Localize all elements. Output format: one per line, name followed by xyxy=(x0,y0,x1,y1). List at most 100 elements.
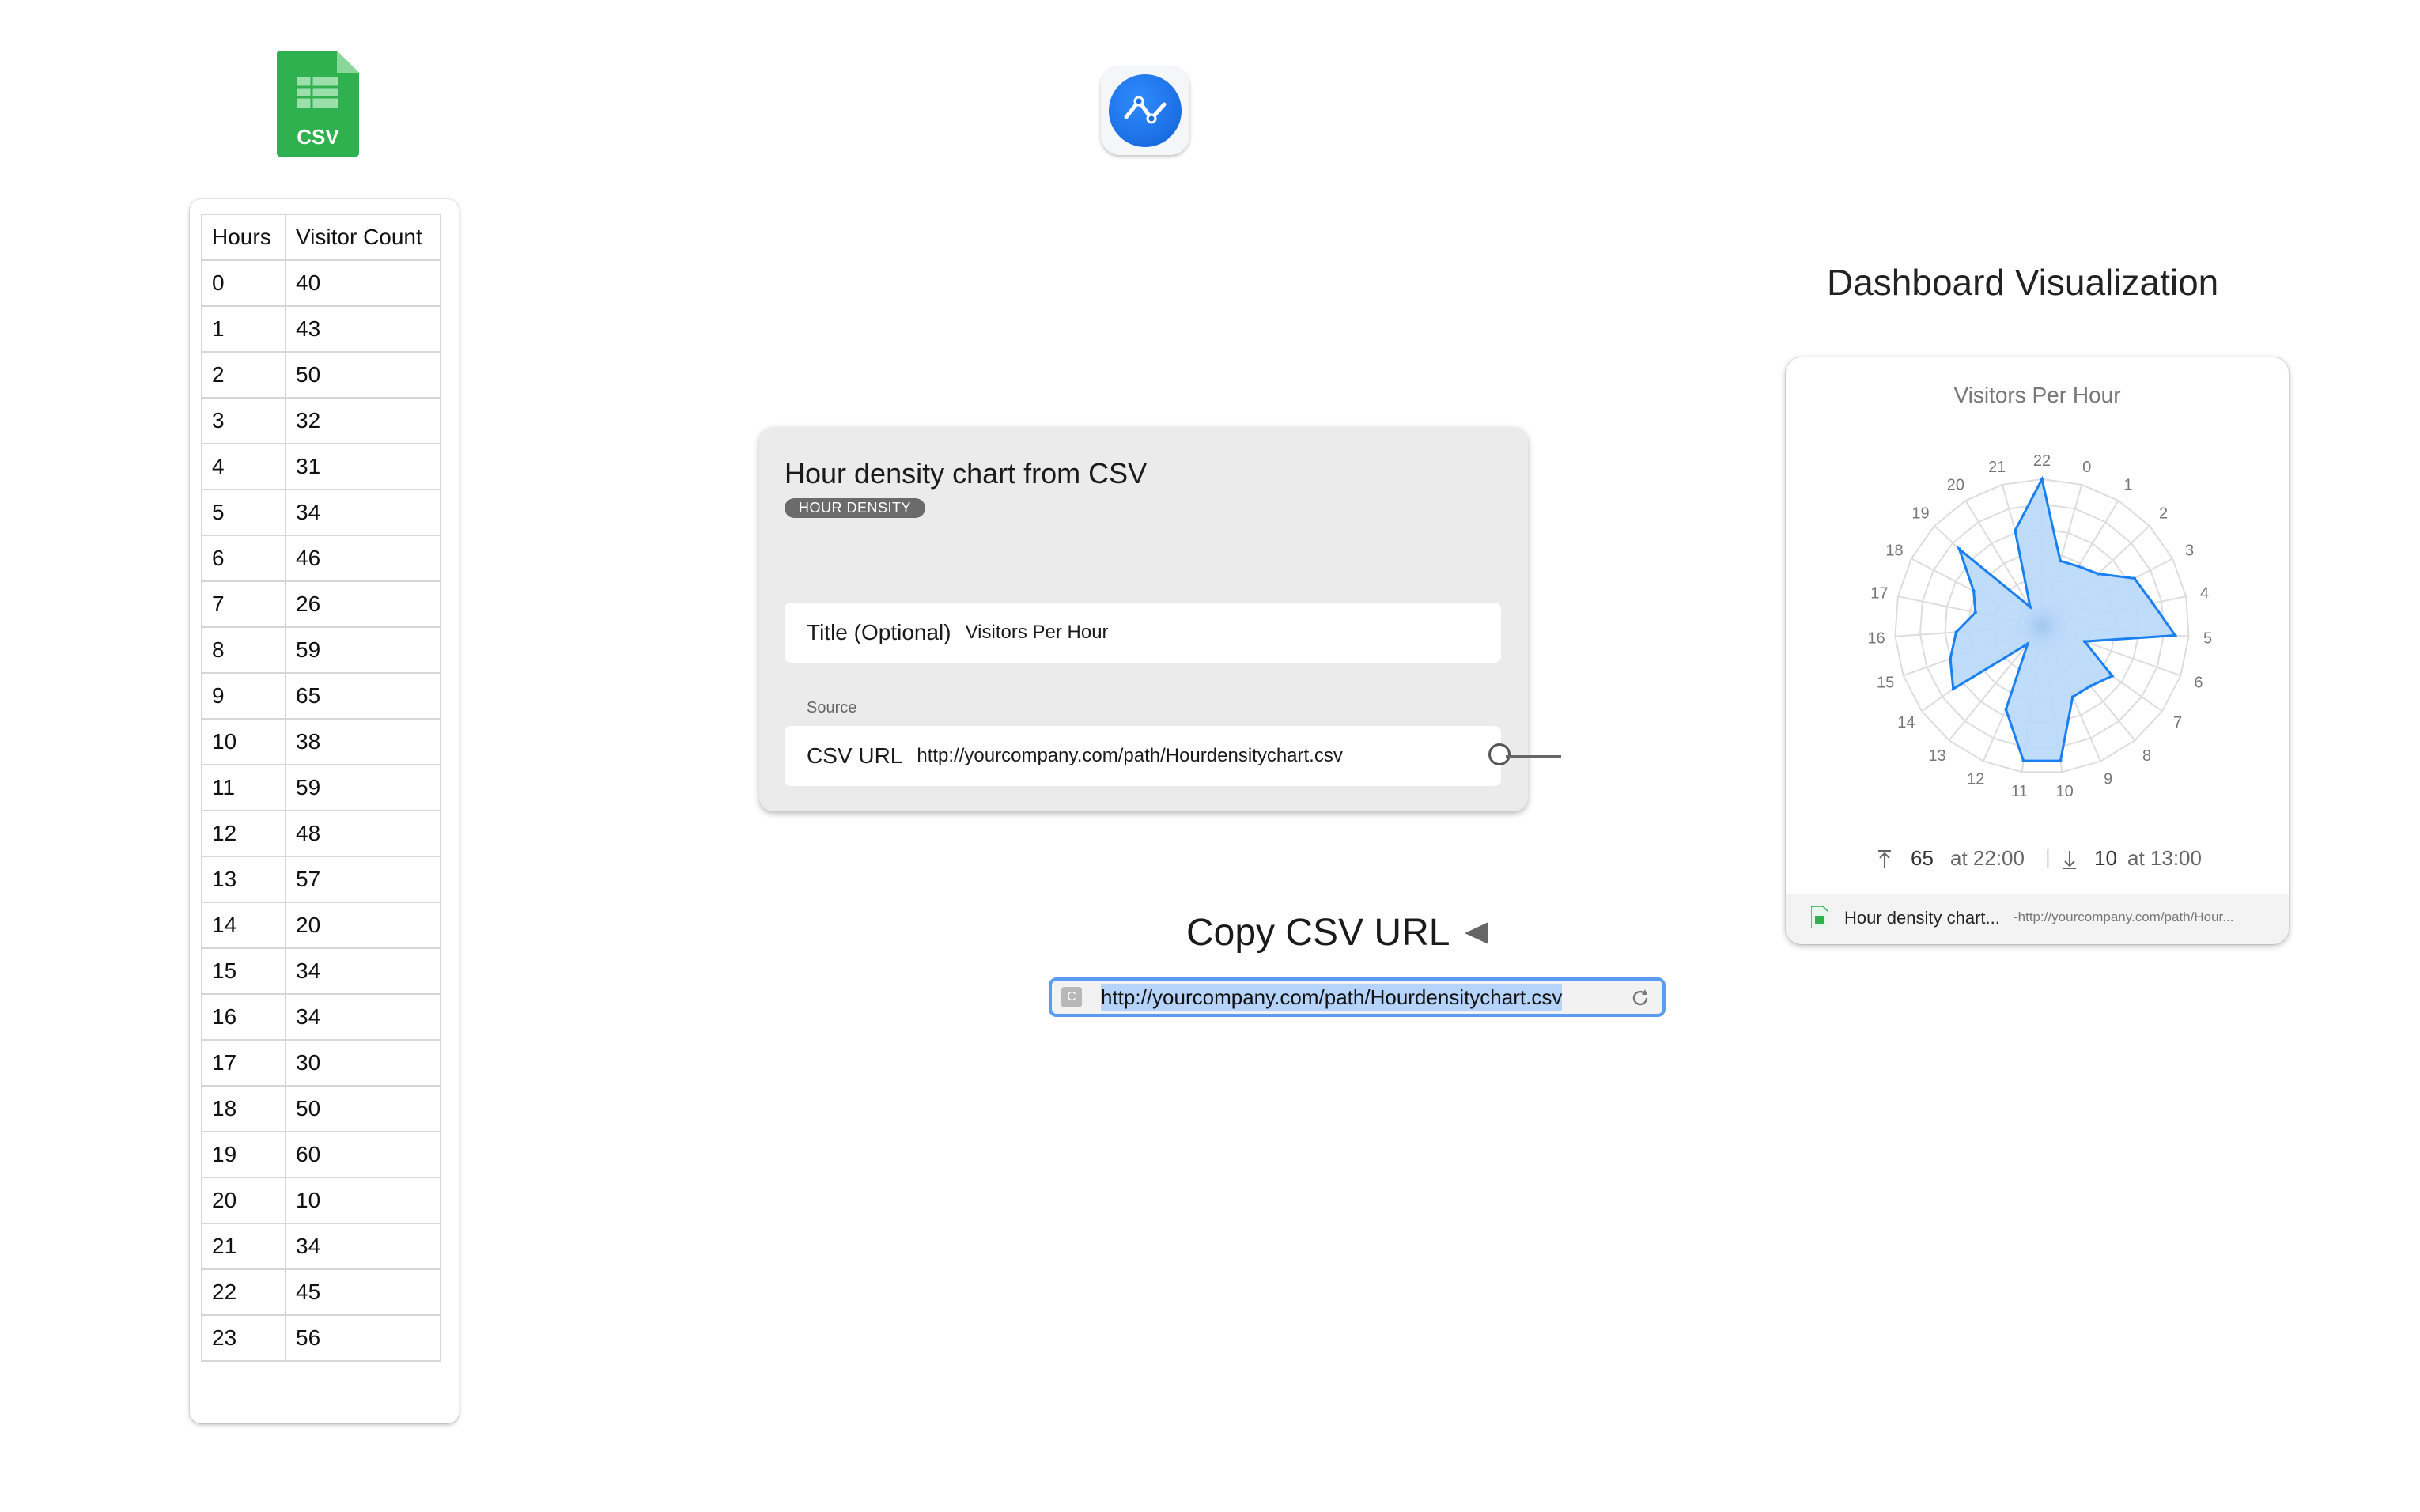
visitor-count-cell: 38 xyxy=(285,718,441,765)
hour-axis-label: 11 xyxy=(2011,783,2028,800)
hour-axis-label: 2 xyxy=(2159,505,2168,523)
table-row: 0 40 xyxy=(201,259,441,307)
hour-axis-label: 20 xyxy=(1947,477,1964,494)
hour-cell: 10 xyxy=(201,718,286,765)
dashboard-widget[interactable]: Visitors Per Hour 22 0 1 2 3 4 5 6 7 8 9 10 11 12 13 14… xyxy=(1786,357,2289,944)
radar-point-13 xyxy=(2025,642,2029,646)
hour-cell: 20 xyxy=(201,1177,286,1224)
hour-cell: 13 xyxy=(201,856,286,903)
visitor-count-cell: 45 xyxy=(285,1268,441,1316)
radar-point-10 xyxy=(2059,759,2063,763)
hour-axis-label: 15 xyxy=(1877,674,1894,691)
hour-cell: 16 xyxy=(201,993,286,1041)
title-field-value[interactable]: Visitors Per Hour xyxy=(966,622,1109,644)
visitor-count-cell: 50 xyxy=(285,351,441,399)
hour-cell: 8 xyxy=(201,626,286,674)
radar-point-15 xyxy=(1949,657,1953,661)
radar-point-11 xyxy=(2021,759,2025,763)
title-field-label: Title (Optional) xyxy=(807,620,951,644)
visitor-count-cell: 43 xyxy=(285,305,441,353)
hour-axis-label: 3 xyxy=(2185,542,2194,559)
hour-density-radar-chart: 22 0123456789101112131415161718192021 xyxy=(1867,452,2212,800)
column-header-visitor-count: Visitor Count xyxy=(285,214,441,261)
max-time: at 22:00 xyxy=(1950,846,2025,870)
hour-cell: 0 xyxy=(201,259,286,307)
csv-url-value[interactable]: http://yourcompany.com/path/Hourdensityc… xyxy=(917,745,1342,767)
visitor-count-cell: 65 xyxy=(285,672,441,720)
url-address-bar[interactable]: C http://yourcompany.com/path/Hourdensit… xyxy=(1049,977,1666,1017)
hour-axis-label: 22 xyxy=(2033,452,2051,470)
chart-app-icon[interactable] xyxy=(1101,66,1189,155)
hour-density-badge: HOUR DENSITY xyxy=(785,498,926,518)
radar-point-20 xyxy=(2029,605,2032,609)
hour-cell: 4 xyxy=(201,443,286,490)
copy-csv-url-label: Copy CSV URL xyxy=(1186,912,1450,954)
source-section-label: Source xyxy=(807,699,857,716)
column-header-hours: Hours xyxy=(201,214,286,261)
radar-point-5 xyxy=(2173,633,2177,637)
table-row: 7 26 xyxy=(201,580,441,628)
csv-url-connector-handle[interactable] xyxy=(1488,743,1511,765)
hour-axis-label: 9 xyxy=(2104,771,2112,788)
radar-point-7 xyxy=(2110,674,2114,678)
hour-axis-label: 8 xyxy=(2142,747,2151,765)
visitor-count-cell: 57 xyxy=(285,856,441,903)
hour-axis-label: 1 xyxy=(2124,477,2133,494)
arrow-up-icon xyxy=(1878,850,1891,868)
table-row: 5 34 xyxy=(201,489,441,536)
table-row: 12 48 xyxy=(201,810,441,857)
reload-icon[interactable] xyxy=(1629,987,1651,1009)
hour-axis-label: 13 xyxy=(1928,747,1945,765)
table-header-row: Hours Visitor Count xyxy=(201,214,441,261)
table-row: 17 30 xyxy=(201,1039,441,1087)
radar-point-4 xyxy=(2151,601,2155,605)
radar-point-14 xyxy=(1951,687,1955,691)
radar-point-12 xyxy=(2004,708,2008,711)
visitor-count-cell: 59 xyxy=(285,764,441,811)
visitor-count-cell: 26 xyxy=(285,580,441,628)
csv-data-table: Hours Visitor Count 0 40 1 43 2 50 3 32 4 31 5 34 6 4… xyxy=(201,214,441,1362)
min-time: at 13:00 xyxy=(2127,846,2202,870)
table-row: 3 32 xyxy=(201,397,441,444)
table-row: 19 60 xyxy=(201,1131,441,1178)
csv-url-field[interactable]: CSV URL http://yourcompany.com/path/Hour… xyxy=(785,726,1501,786)
hour-cell: 12 xyxy=(201,810,286,857)
visitor-count-cell: 34 xyxy=(285,489,441,536)
table-row: 23 56 xyxy=(201,1314,441,1362)
table-row: 11 59 xyxy=(201,764,441,811)
visitor-count-cell: 48 xyxy=(285,810,441,857)
min-value: 10 xyxy=(2094,846,2117,870)
visitor-count-cell: 34 xyxy=(285,993,441,1041)
hour-axis-label: 10 xyxy=(2055,783,2073,800)
table-row: 8 59 xyxy=(201,626,441,674)
hour-cell: 17 xyxy=(201,1039,286,1087)
table-row: 1 43 xyxy=(201,305,441,353)
hour-cell: 7 xyxy=(201,580,286,628)
footer-source-name: Hour density chart... xyxy=(1844,908,2000,928)
hour-cell: 3 xyxy=(201,397,286,444)
hour-cell: 18 xyxy=(201,1085,286,1132)
hour-cell: 1 xyxy=(201,305,286,353)
title-field[interactable]: Title (Optional) Visitors Per Hour xyxy=(785,603,1501,663)
table-row: 20 10 xyxy=(201,1177,441,1224)
radar-point-18 xyxy=(1972,589,1976,593)
hour-axis-label: 0 xyxy=(2082,459,2091,476)
url-text[interactable]: http://yourcompany.com/path/Hourdensityc… xyxy=(1101,983,1563,1011)
table-row: 9 65 xyxy=(201,672,441,720)
table-row: 13 57 xyxy=(201,856,441,903)
visitor-count-cell: 20 xyxy=(285,902,441,949)
visitor-count-cell: 34 xyxy=(285,1223,441,1270)
hour-cell: 23 xyxy=(201,1314,286,1362)
table-row: 15 34 xyxy=(201,947,441,995)
arrow-down-icon xyxy=(2063,851,2076,869)
widget-footer[interactable]: Hour density chart... -http://yourcompan… xyxy=(1786,894,2289,944)
visitor-count-cell: 56 xyxy=(285,1314,441,1362)
radar-point-9 xyxy=(2070,695,2074,699)
visitor-count-cell: 50 xyxy=(285,1085,441,1132)
table-row: 4 31 xyxy=(201,443,441,490)
hour-axis-label: 4 xyxy=(2200,584,2209,602)
radar-point-17 xyxy=(1973,610,1977,614)
table-row: 10 38 xyxy=(201,718,441,765)
hour-cell: 21 xyxy=(201,1223,286,1270)
csv-file-icon: CSV xyxy=(277,51,359,157)
